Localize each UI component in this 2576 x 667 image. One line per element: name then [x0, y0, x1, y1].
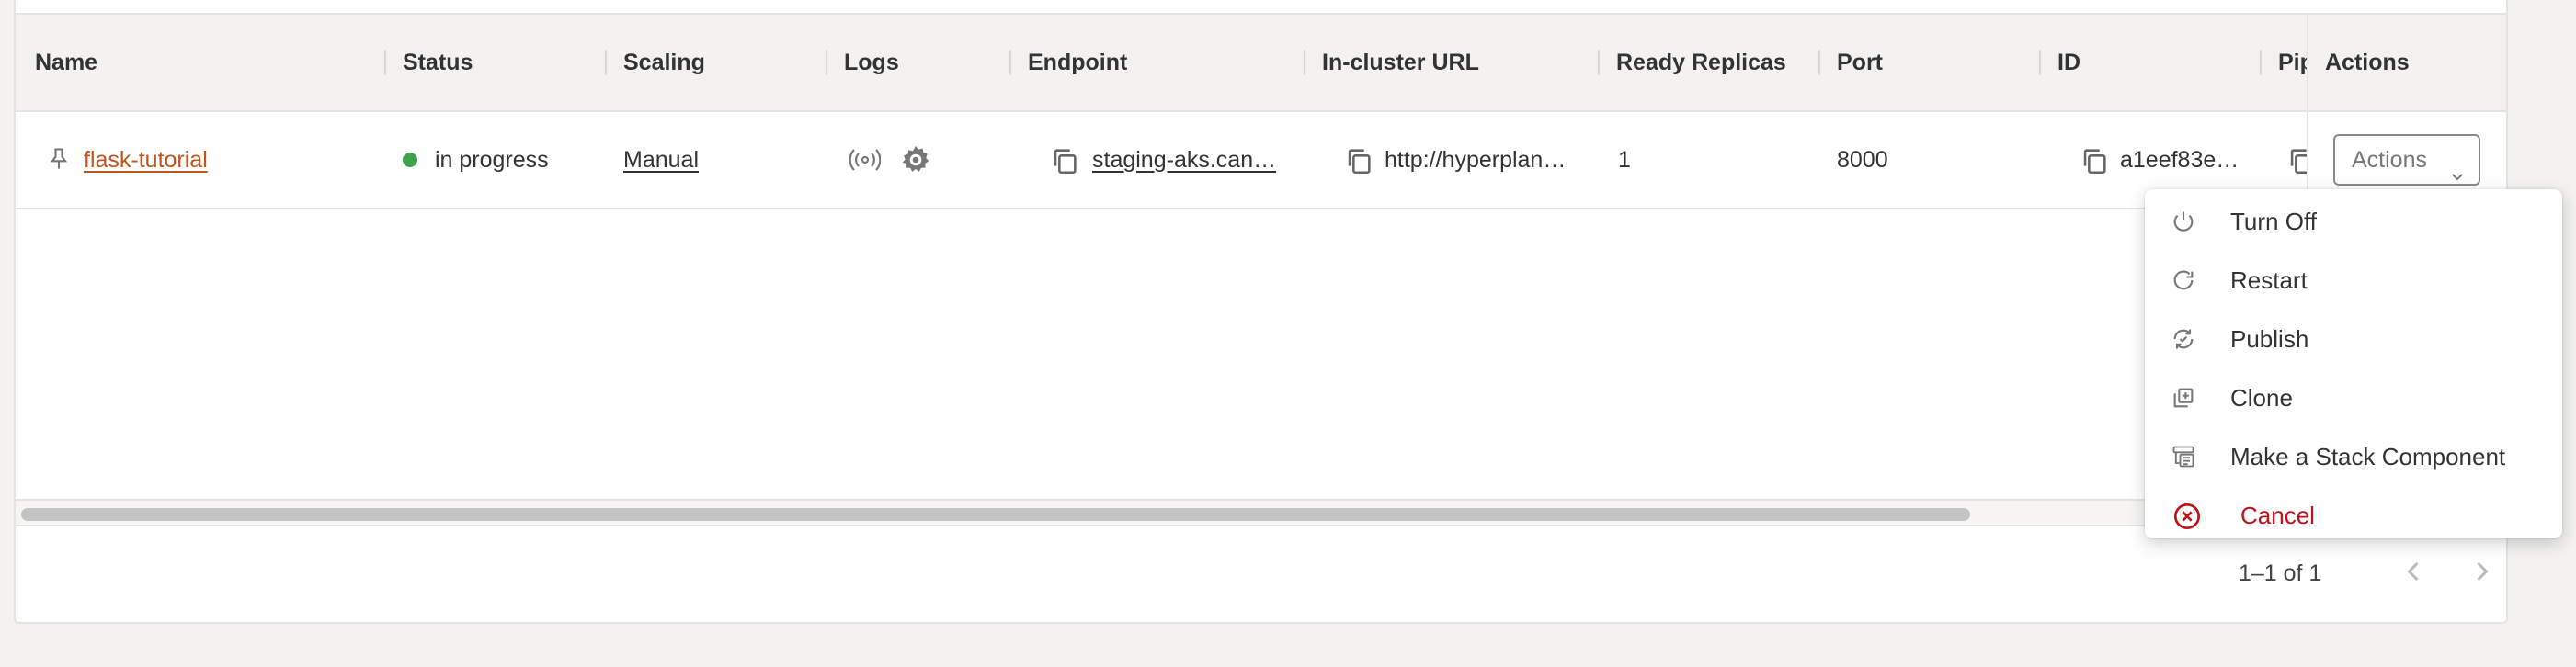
- col-header-id[interactable]: ID: [2057, 15, 2080, 110]
- menu-item-publish[interactable]: Publish: [2145, 310, 2562, 368]
- deployments-table-card: Name Status Scaling Logs Endpoint In-clu…: [14, 0, 2508, 624]
- menu-item-restart[interactable]: Restart: [2145, 251, 2562, 310]
- col-divider[interactable]: [605, 50, 607, 75]
- scrollbar-thumb[interactable]: [21, 508, 1970, 521]
- col-divider[interactable]: [826, 50, 827, 75]
- menu-item-label: Make a Stack Component: [2230, 443, 2506, 470]
- col-divider[interactable]: [2039, 50, 2041, 75]
- col-header-endpoint[interactable]: Endpoint: [1028, 15, 1127, 110]
- menu-item-make-stack-component[interactable]: Make a Stack Component: [2145, 427, 2562, 486]
- col-divider[interactable]: [1009, 50, 1011, 75]
- pagination-range: 1–1 of 1: [2239, 560, 2322, 586]
- actions-menu: Turn Off Restart Publish Clone Make a St…: [2145, 189, 2562, 538]
- copy-url-icon[interactable]: [1343, 145, 1374, 181]
- live-logs-icon[interactable]: [849, 147, 882, 177]
- pin-icon[interactable]: [46, 145, 72, 177]
- restart-icon: [2171, 267, 2196, 293]
- table-header: Name Status Scaling Logs Endpoint In-clu…: [16, 13, 2506, 112]
- next-page-icon[interactable]: [2466, 555, 2499, 588]
- actions-dropdown-button[interactable]: Actions: [2333, 134, 2480, 186]
- col-header-actions: Actions: [2308, 13, 2506, 112]
- deployment-name-link[interactable]: flask-tutorial: [84, 112, 208, 208]
- col-divider[interactable]: [1598, 50, 1600, 75]
- table-row: flask-tutorial in progress Manual stagin…: [16, 112, 2506, 209]
- previous-page-icon[interactable]: [2397, 555, 2430, 588]
- status-text: in progress: [435, 147, 549, 173]
- scaling-link[interactable]: Manual: [623, 112, 699, 208]
- horizontal-scrollbar[interactable]: [16, 499, 2506, 526]
- col-header-logs[interactable]: Logs: [844, 15, 899, 110]
- col-divider[interactable]: [384, 50, 386, 75]
- ready-replicas-value: 1: [1618, 147, 1631, 173]
- in-cluster-url-text: http://hyperplan…: [1385, 147, 1567, 173]
- col-divider[interactable]: [1304, 50, 1305, 75]
- menu-item-label: Turn Off: [2230, 208, 2317, 235]
- port-value: 8000: [1837, 147, 1888, 173]
- cancel-icon: [2172, 502, 2200, 529]
- menu-item-cancel[interactable]: Cancel: [2145, 486, 2562, 545]
- publish-icon: [2171, 326, 2196, 352]
- col-header-scaling[interactable]: Scaling: [623, 15, 705, 110]
- col-divider[interactable]: [2260, 50, 2262, 75]
- clone-icon: [2171, 385, 2196, 411]
- col-divider[interactable]: [1818, 50, 1820, 75]
- status-dot-icon: [403, 153, 417, 167]
- menu-item-label: Restart: [2230, 266, 2308, 294]
- col-header-in-cluster-url[interactable]: In-cluster URL: [1322, 15, 1479, 110]
- copy-endpoint-icon[interactable]: [1049, 145, 1080, 181]
- power-icon: [2171, 209, 2196, 234]
- actions-column: Actions Actions: [2307, 13, 2506, 209]
- col-header-ready-replicas[interactable]: Ready Replicas: [1616, 15, 1786, 110]
- menu-item-label: Publish: [2230, 325, 2309, 353]
- menu-item-clone[interactable]: Clone: [2145, 368, 2562, 427]
- copy-id-icon[interactable]: [2079, 145, 2110, 181]
- col-header-status[interactable]: Status: [403, 15, 473, 110]
- actions-button-label: Actions: [2352, 147, 2427, 173]
- endpoint-link[interactable]: staging-aks.can…: [1092, 112, 1276, 208]
- menu-item-label: Cancel: [2240, 502, 2315, 529]
- col-header-name[interactable]: Name: [35, 15, 97, 110]
- stack-component-icon: [2171, 444, 2196, 469]
- grafana-logs-icon[interactable]: [899, 143, 932, 181]
- menu-item-label: Clone: [2230, 384, 2293, 412]
- menu-item-turn-off[interactable]: Turn Off: [2145, 192, 2562, 251]
- col-header-port[interactable]: Port: [1837, 15, 1883, 110]
